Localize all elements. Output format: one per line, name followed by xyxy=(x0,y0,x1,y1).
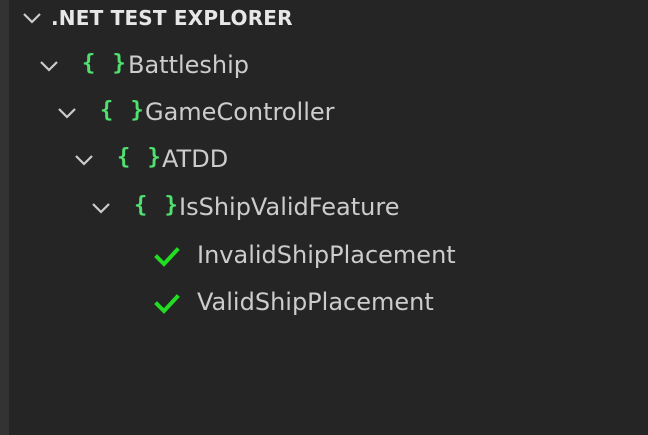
tree-node-label: IsShipValidFeature xyxy=(179,193,400,221)
test-explorer-title: .NET TEST EXPLORER xyxy=(51,6,293,30)
namespace-braces-icon: { } xyxy=(100,98,146,123)
namespace-braces-icon: { } xyxy=(117,145,163,170)
tree-node-isshipvalidfeature[interactable]: { } IsShipValidFeature xyxy=(9,186,648,230)
test-item-label: InvalidShipPlacement xyxy=(197,241,456,269)
namespace-braces-icon: { } xyxy=(134,193,180,218)
activity-bar-edge xyxy=(0,0,9,435)
chevron-down-icon[interactable] xyxy=(90,200,112,216)
test-explorer-header[interactable]: .NET TEST EXPLORER xyxy=(9,0,648,38)
test-item-validshipplacement[interactable]: ValidShipPlacement xyxy=(9,281,648,325)
tree-node-battleship[interactable]: { } Battleship xyxy=(9,44,648,88)
tree-node-label: GameController xyxy=(145,98,335,126)
tree-node-gamecontroller[interactable]: { } GameController xyxy=(9,91,648,135)
test-item-invalidshipplacement[interactable]: InvalidShipPlacement xyxy=(9,234,648,278)
test-item-label: ValidShipPlacement xyxy=(197,288,434,316)
tree-node-atdd[interactable]: { } ATDD xyxy=(9,138,648,182)
namespace-braces-icon: { } xyxy=(82,51,128,76)
test-explorer-panel: .NET TEST EXPLORER { } Battleship { } Ga… xyxy=(9,0,648,435)
chevron-down-icon[interactable] xyxy=(38,58,60,74)
tree-node-label: ATDD xyxy=(162,145,229,173)
chevron-down-icon[interactable] xyxy=(73,152,95,168)
check-icon xyxy=(154,247,180,267)
chevron-down-icon[interactable] xyxy=(21,10,43,26)
check-icon xyxy=(154,294,180,314)
tree-node-label: Battleship xyxy=(128,51,250,79)
chevron-down-icon[interactable] xyxy=(56,105,78,121)
